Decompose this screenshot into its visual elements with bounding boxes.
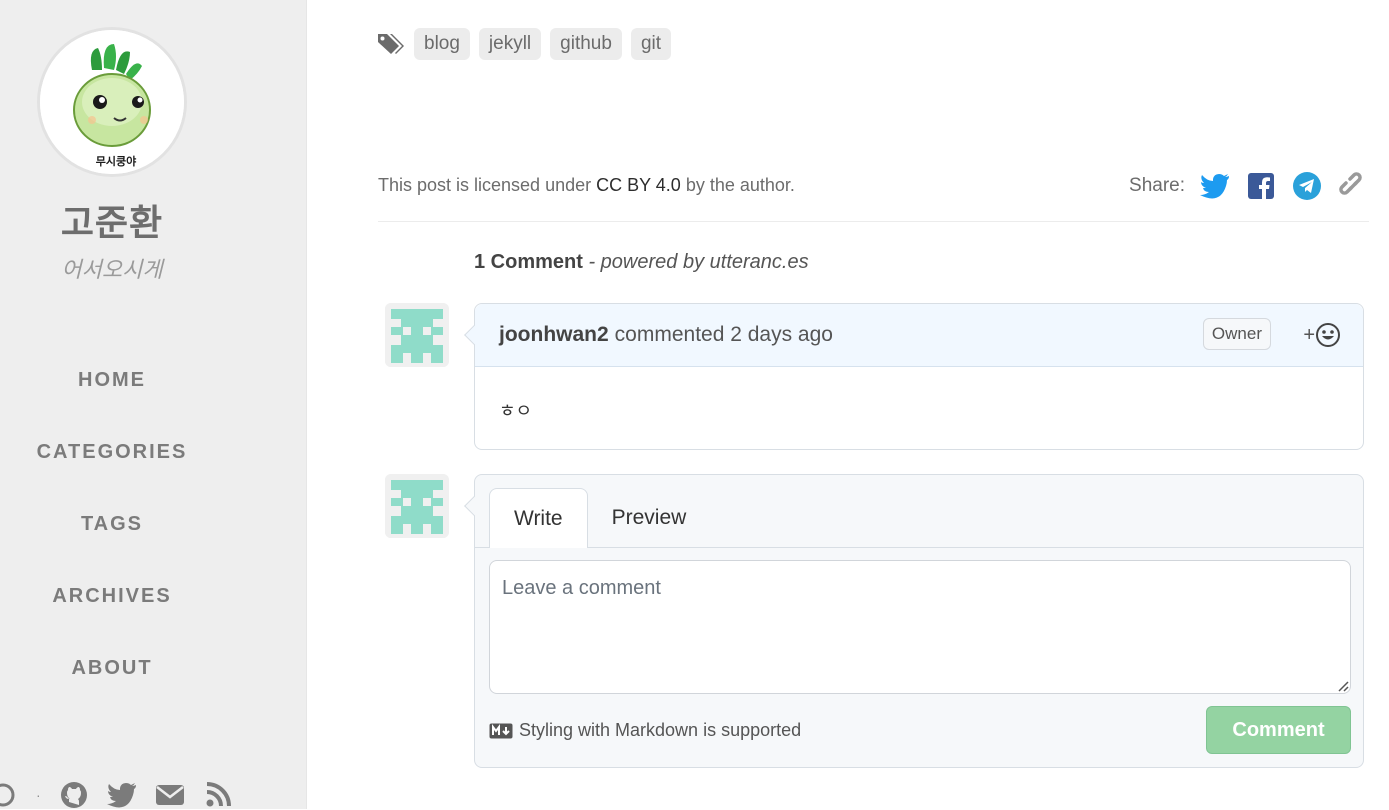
markdown-hint[interactable]: Styling with Markdown is supported — [489, 720, 801, 741]
profile-avatar[interactable]: 무시쿵야 — [40, 30, 184, 174]
tab-write[interactable]: Write — [489, 488, 588, 548]
new-comment-form: Write Preview Leave a comment Styling wi… — [464, 474, 1364, 768]
avatar-caption: 무시쿵야 — [96, 154, 136, 168]
mascot-image: 무시쿵야 — [40, 30, 184, 174]
tag-jekyll[interactable]: jekyll — [478, 28, 542, 60]
comment-meta[interactable]: commented 2 days ago — [615, 323, 833, 347]
sidebar-nav: HOME CATEGORIES TAGS ARCHIVES ABOUT — [0, 344, 224, 704]
tab-preview[interactable]: Preview — [588, 488, 711, 548]
github-icon[interactable] — [59, 780, 89, 810]
site-subtitle: 어서오시게 — [61, 258, 163, 283]
email-icon[interactable] — [155, 780, 185, 810]
nav-item-tags[interactable]: TAGS — [0, 488, 224, 560]
comment-count: 1 Comment — [474, 251, 583, 273]
post-tags: blog jekyll github git — [377, 28, 672, 60]
markdown-icon — [489, 723, 513, 738]
twitter-icon[interactable] — [1199, 170, 1231, 202]
tags-icon — [377, 30, 405, 58]
nav-item-archives[interactable]: ARCHIVES — [0, 560, 224, 632]
nav-item-home[interactable]: HOME — [0, 344, 224, 416]
license-prefix: This post is licensed under — [378, 175, 597, 195]
owner-badge: Owner — [1202, 318, 1271, 350]
tag-blog[interactable]: blog — [414, 28, 470, 60]
divider — [378, 221, 1369, 222]
main-content: blog jekyll github git This post is lice… — [307, 0, 1389, 809]
link-icon[interactable] — [1337, 170, 1369, 202]
comment-header: joonhwan2 commented 2 days ago Owner + — [475, 304, 1363, 367]
comment-submit-button[interactable]: Comment — [1206, 706, 1351, 754]
reaction-plus: + — [1303, 323, 1315, 346]
tag-github[interactable]: github — [550, 28, 622, 60]
comment-author[interactable]: joonhwan2 — [499, 323, 609, 347]
smiley-icon — [1316, 323, 1340, 347]
powered-by: - powered by utteranc.es — [582, 251, 809, 273]
commenter-avatar[interactable] — [385, 303, 449, 367]
current-user-avatar[interactable] — [385, 474, 449, 538]
sidebar-bottom-links: · — [0, 780, 233, 810]
sidebar: 무시쿵야 고준환 어서오시게 HOME CATEGORIES TAGS ARCH… — [0, 0, 307, 809]
share-label: Share: — [1129, 175, 1185, 196]
tag-git[interactable]: git — [630, 28, 672, 60]
comment-item: joonhwan2 commented 2 days ago Owner + ㅎ… — [464, 303, 1364, 450]
share-bar: Share: — [1129, 170, 1369, 202]
twitter-icon[interactable] — [106, 780, 137, 810]
facebook-icon[interactable] — [1245, 170, 1277, 202]
site-title[interactable]: 고준환 — [0, 194, 224, 246]
comments-header: 1 Comment - powered by utteranc.es — [474, 251, 809, 274]
markdown-hint-label: Styling with Markdown is supported — [519, 720, 802, 740]
rss-icon[interactable] — [203, 780, 233, 810]
license-link[interactable]: CC BY 4.0 — [596, 175, 681, 195]
nav-item-about[interactable]: ABOUT — [0, 632, 224, 704]
form-pointer — [464, 496, 484, 516]
license-suffix: by the author. — [680, 175, 795, 195]
telegram-icon[interactable] — [1291, 170, 1323, 202]
comment-body: ㅎㅇ — [499, 401, 533, 422]
editor-tabs: Write Preview — [489, 488, 710, 548]
separator-dot: · — [36, 787, 41, 803]
add-reaction-button[interactable]: + — [1303, 322, 1341, 348]
resize-handle-icon[interactable] — [1337, 680, 1349, 692]
nav-item-categories[interactable]: CATEGORIES — [0, 416, 224, 488]
comment-input[interactable]: Leave a comment — [489, 560, 1351, 694]
theme-toggle-icon[interactable] — [0, 780, 18, 810]
license-notice: This post is licensed under CC BY 4.0 by… — [378, 175, 795, 196]
